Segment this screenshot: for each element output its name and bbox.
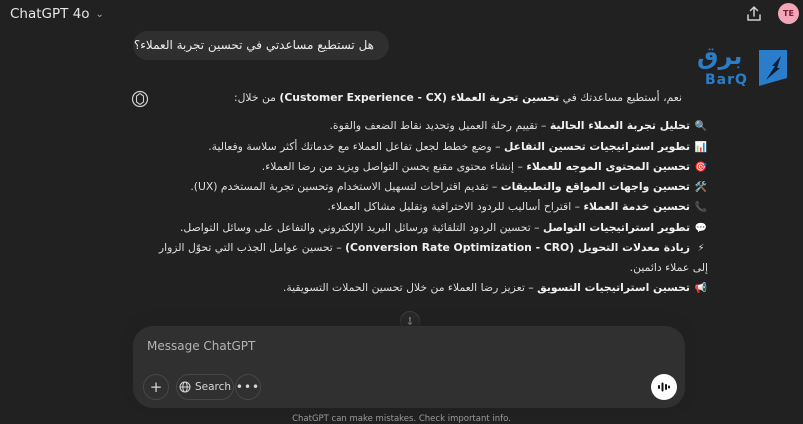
more-options-button[interactable]: ••• [235, 374, 261, 400]
list-item-title: تحليل تجربة العملاء الحالية [549, 119, 690, 133]
message-composer: + Search ••• [133, 326, 685, 408]
list-item-title: تطوير استراتيجيات تحسين التفاعل [503, 139, 690, 153]
intro-suffix: من خلال: [233, 91, 280, 104]
audio-waveform-icon [658, 382, 670, 392]
logo-arabic-text: برق [697, 42, 743, 70]
share-icon[interactable] [745, 5, 763, 23]
list-item-title: تحسين خدمة العملاء [583, 200, 690, 214]
list-item: 📞 تحسين خدمة العملاء – اقتراح أساليب للرد… [150, 197, 708, 217]
plus-icon: + [149, 378, 163, 396]
list-item: ⚡ زيادة معدلات التحويل (Conversion Rate O… [150, 238, 708, 278]
ellipsis-icon: ••• [235, 380, 261, 394]
lightning-icon: ⚡ [697, 243, 705, 255]
list-item: 📊 تطوير استراتيجيات تحسين التفاعل – وضع خ… [150, 137, 708, 157]
brand-logo: برق BarQ [697, 42, 793, 96]
logo-latin-text: BarQ [705, 72, 748, 88]
list-item-desc: – تقييم رحلة العميل وتحديد نقاط الضعف وا… [329, 119, 550, 133]
model-selector[interactable]: ChatGPT 4o ⌄ [10, 6, 104, 22]
list-item-desc: – وضع خطط لجعل تفاعل العملاء مع خدماتك أ… [208, 139, 504, 153]
list-item-title: تحسين المحتوى الموجه للعملاء [526, 159, 690, 173]
intro-bold: تحسين تجربة العملاء (Customer Experience… [279, 91, 560, 104]
attach-button[interactable]: + [143, 374, 169, 400]
list-item-title: تحسين واجهات المواقع والتطبيقات [500, 180, 690, 194]
lightning-logo-icon [759, 50, 787, 86]
list-item-desc: – تحسين الردود التلقائية ورسائل البريد ا… [179, 220, 543, 234]
search-label: Search [194, 381, 232, 393]
chevron-down-icon: ⌄ [95, 8, 104, 20]
search-button[interactable]: Search [176, 374, 234, 400]
list-item-title: تطوير استراتيجيات التواصل [542, 220, 690, 234]
magnifier-icon: 🔍 [694, 121, 708, 133]
list-item: 💬 تطوير استراتيجيات التواصل – تحسين الردو… [150, 218, 708, 238]
assistant-intro: نعم، أستطيع مساعدتك في تحسين تجربة العمل… [150, 88, 692, 107]
list-item: 📢 تحسين استراتيجيات التسويق – تعزيز رضا ا… [150, 278, 708, 298]
list-item-desc: – إنشاء محتوى مقنع يحسن التواصل ويزيد من… [261, 159, 527, 173]
list-item: 🎯 تحسين المحتوى الموجه للعملاء – إنشاء مح… [150, 157, 708, 177]
list-item-title: زيادة معدلات التحويل (Conversion Rate Op… [345, 241, 690, 255]
list-item-title: تحسين استراتيجيات التسويق [537, 280, 690, 294]
message-input[interactable] [145, 335, 569, 357]
intro-prefix: نعم، أستطيع مساعدتك في [559, 91, 682, 104]
model-name: ChatGPT 4o [10, 6, 90, 22]
user-message: هل تستطيع مساعدتي في تحسين تجربة العملاء… [133, 31, 389, 60]
globe-icon [179, 381, 191, 393]
target-icon: 🎯 [694, 161, 708, 173]
speech-bubble-icon: 💬 [694, 222, 708, 234]
chatgpt-logo-icon [131, 90, 149, 108]
list-item-desc: – تقديم اقتراحات لتسهيل الاستخدام وتحسين… [190, 180, 501, 194]
avatar[interactable]: TE [778, 3, 799, 24]
tools-icon: 🛠️ [694, 182, 708, 194]
disclaimer: ChatGPT can make mistakes. Check importa… [292, 414, 511, 424]
top-bar: ChatGPT 4o ⌄ TE [0, 0, 803, 30]
list-item: 🛠️ تحسين واجهات المواقع والتطبيقات – تقدي… [150, 177, 708, 197]
bar-chart-icon: 📊 [694, 141, 708, 153]
list-item-desc: – تعزيز رضا العملاء من خلال تحسين الحملا… [282, 280, 538, 294]
list-item-desc: – اقتراح أساليب للردود الاحترافية وتقليل… [327, 200, 584, 214]
phone-icon: 📞 [694, 202, 708, 214]
avatar-initials: TE [783, 9, 794, 18]
voice-mode-button[interactable] [651, 374, 677, 400]
megaphone-icon: 📢 [694, 282, 708, 294]
assistant-message: نعم، أستطيع مساعدتك في تحسين تجربة العمل… [150, 88, 708, 298]
list-item: 🔍 تحليل تجربة العملاء الحالية – تقييم رحل… [150, 116, 708, 136]
